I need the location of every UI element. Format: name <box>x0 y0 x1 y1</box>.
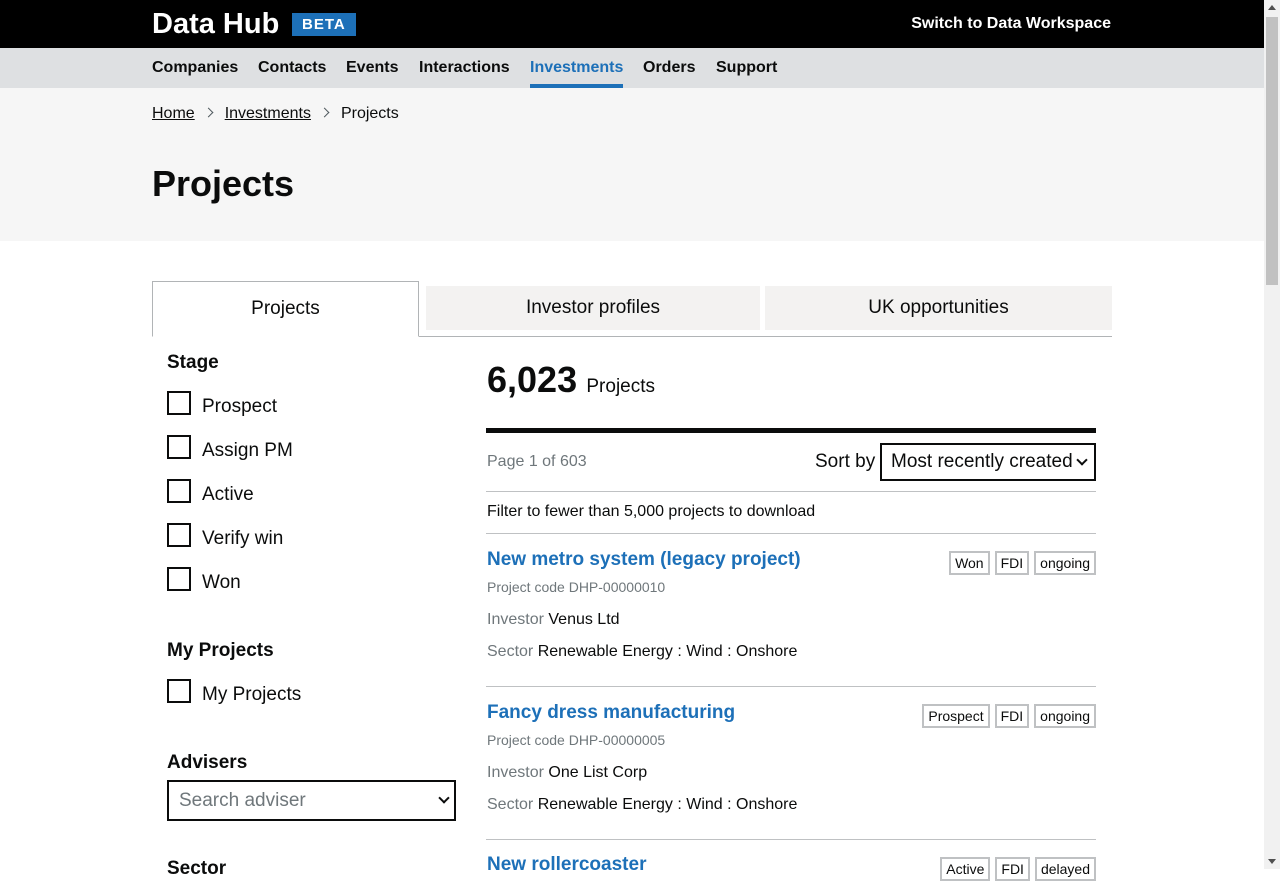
nav-interactions[interactable]: Interactions <box>419 48 510 88</box>
pagination-info: Page 1 of 603 <box>487 453 587 470</box>
stage-badge: Prospect <box>922 704 990 728</box>
chevron-right-icon <box>203 107 214 118</box>
project-sector: Sector Renewable Energy : Wind : Onshore <box>487 642 797 662</box>
brand-link[interactable]: Data Hub <box>152 7 279 41</box>
local-header: Home Investments Projects Projects <box>0 88 1264 241</box>
nav-support[interactable]: Support <box>716 48 777 88</box>
divider <box>486 491 1096 492</box>
nav-events[interactable]: Events <box>346 48 398 88</box>
download-note: Filter to fewer than 5,000 projects to d… <box>487 503 816 520</box>
checkbox-label: Active <box>202 484 254 505</box>
status-badge: ongoing <box>1034 704 1096 728</box>
stage-filter-heading: Stage <box>167 352 219 373</box>
tab-projects[interactable]: Projects <box>152 281 419 337</box>
beta-badge: BETA <box>292 13 356 36</box>
switch-to-data-workspace-link[interactable]: Switch to Data Workspace <box>911 14 1111 34</box>
adviser-search-select[interactable]: Search adviser <box>167 780 456 821</box>
checkbox[interactable] <box>167 479 191 503</box>
chevron-right-icon <box>319 107 330 118</box>
top-header: Data Hub BETA Switch to Data Workspace <box>0 0 1264 48</box>
project-badges: Won FDI ongoing <box>949 551 1096 575</box>
project-investor: Investor Venus Ltd <box>487 610 620 630</box>
type-badge: FDI <box>994 551 1030 575</box>
breadcrumb: Home Investments Projects <box>152 104 399 124</box>
investor-value: Venus Ltd <box>548 611 620 628</box>
stage-badge: Won <box>949 551 990 575</box>
checkbox[interactable] <box>167 391 191 415</box>
chevron-down-icon <box>1076 454 1088 466</box>
type-badge: FDI <box>994 704 1030 728</box>
sector-value: Renewable Energy : Wind : Onshore <box>537 796 798 813</box>
breadcrumb-investments[interactable]: Investments <box>225 105 311 122</box>
project-code: Project code DHP-00000005 <box>487 732 666 748</box>
checkbox[interactable] <box>167 523 191 547</box>
my-projects-heading: My Projects <box>167 640 274 661</box>
sector-heading: Sector <box>167 858 227 879</box>
project-badges: Active FDI delayed <box>940 857 1096 881</box>
sector-label: Sector <box>487 643 534 660</box>
breadcrumb-current: Projects <box>340 105 399 122</box>
divider <box>486 686 1096 687</box>
status-badge: delayed <box>1034 857 1096 881</box>
checkbox[interactable] <box>167 567 191 591</box>
investor-label: Investor <box>487 764 544 781</box>
sort-select[interactable]: Most recently created <box>880 443 1096 481</box>
sort-value: Most recently created <box>891 451 1073 472</box>
scrollbar[interactable] <box>1264 0 1280 869</box>
investor-label: Investor <box>487 611 544 628</box>
nav-investments[interactable]: Investments <box>530 48 624 88</box>
page-title: Projects <box>152 163 295 204</box>
divider <box>486 533 1096 534</box>
sector-value: Renewable Energy : Wind : Onshore <box>537 643 798 660</box>
stage-badge: Active <box>940 857 991 881</box>
project-title-link[interactable]: Fancy dress manufacturing <box>487 701 735 725</box>
main-nav: Companies Contacts Events Interactions I… <box>0 48 1264 88</box>
breadcrumb-home[interactable]: Home <box>152 105 195 122</box>
nav-contacts[interactable]: Contacts <box>258 48 326 88</box>
divider <box>486 839 1096 840</box>
results-count-noun: Projects <box>586 376 656 397</box>
status-badge: ongoing <box>1034 551 1096 575</box>
tab-investor-profiles[interactable]: Investor profiles <box>426 286 760 330</box>
nav-companies[interactable]: Companies <box>152 48 238 88</box>
results-rule <box>486 428 1096 433</box>
investor-value: One List Corp <box>548 764 648 781</box>
checkbox-label: My Projects <box>202 684 302 705</box>
chevron-down-icon <box>438 792 450 804</box>
scroll-up-arrow-icon[interactable] <box>1268 5 1276 10</box>
advisers-heading: Advisers <box>167 752 248 773</box>
project-badges: Prospect FDI ongoing <box>922 704 1096 728</box>
sort-label: Sort by <box>815 451 876 472</box>
checkbox-label: Verify win <box>202 528 284 549</box>
checkbox[interactable] <box>167 679 191 703</box>
project-code: Project code DHP-00000010 <box>487 579 666 595</box>
project-title-link[interactable]: New rollercoaster <box>487 853 646 877</box>
checkbox-label: Assign PM <box>202 440 293 461</box>
project-sector: Sector Renewable Energy : Wind : Onshore <box>487 795 797 815</box>
project-title-link[interactable]: New metro system (legacy project) <box>487 548 801 572</box>
checkbox-label: Won <box>202 572 241 593</box>
checkbox[interactable] <box>167 435 191 459</box>
project-investor: Investor One List Corp <box>487 763 647 783</box>
scroll-down-arrow-icon[interactable] <box>1268 859 1276 864</box>
type-badge: FDI <box>995 857 1030 881</box>
tab-uk-opportunities[interactable]: UK opportunities <box>765 286 1112 330</box>
results-count: 6,023 Projects <box>487 358 655 409</box>
checkbox-label: Prospect <box>202 396 277 417</box>
nav-orders[interactable]: Orders <box>643 48 695 88</box>
adviser-placeholder: Search adviser <box>179 790 306 811</box>
results-count-number: 6,023 <box>487 359 578 400</box>
sector-label: Sector <box>487 796 534 813</box>
scrollbar-thumb[interactable] <box>1266 17 1278 285</box>
